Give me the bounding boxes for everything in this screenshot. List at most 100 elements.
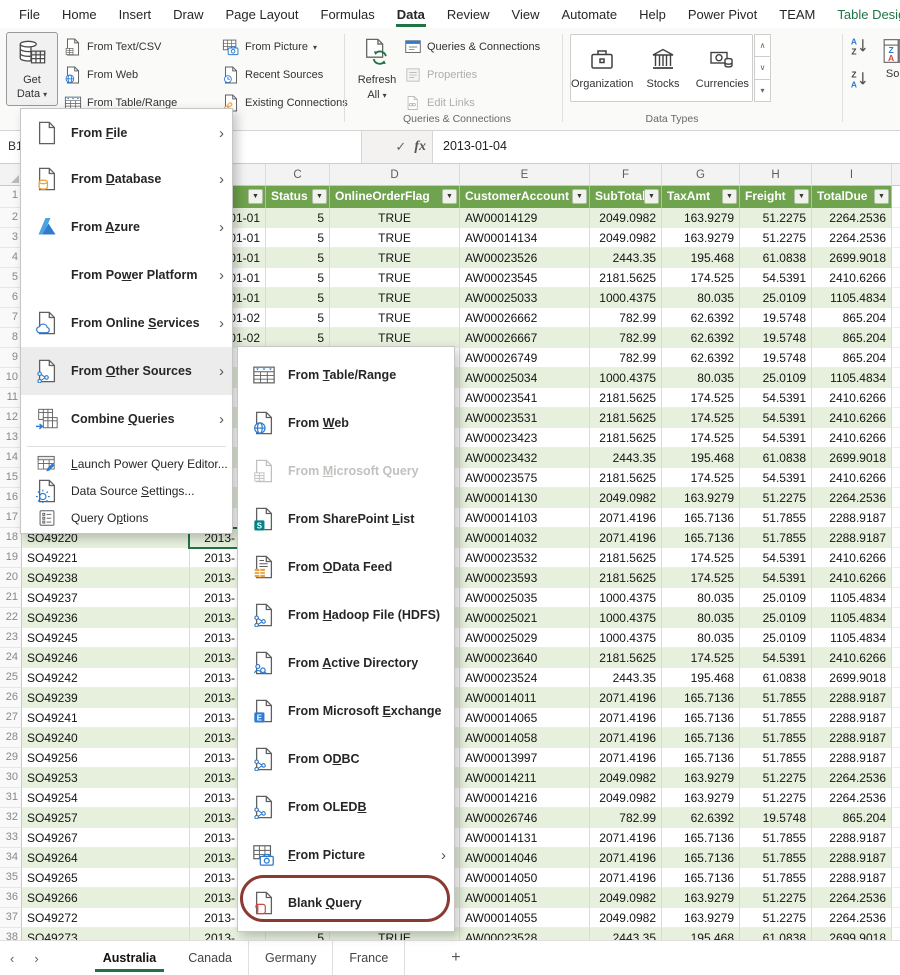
sort-button[interactable]: ZAAZ Sort (874, 32, 900, 84)
cell-H5[interactable]: 54.5391 (740, 268, 812, 288)
cell-G8[interactable]: 62.6392 (662, 328, 740, 348)
cell-F27[interactable]: 2071.4196 (590, 708, 662, 728)
sort-az-button[interactable]: AZ (848, 35, 870, 62)
cell-H4[interactable]: 61.0838 (740, 248, 812, 268)
cell-F7[interactable]: 782.99 (590, 308, 662, 328)
menu-item-from-odbc[interactable]: From ODBC (238, 735, 454, 783)
cell-H37[interactable]: 51.2275 (740, 908, 812, 928)
row-number[interactable]: 17 (0, 508, 22, 528)
cell-I7[interactable]: 865.204 (812, 308, 892, 328)
cell-F22[interactable]: 1000.4375 (590, 608, 662, 628)
sort-za-button[interactable]: ZA (848, 68, 870, 95)
cell-H14[interactable]: 61.0838 (740, 448, 812, 468)
cell-I15[interactable]: 2410.6266 (812, 468, 892, 488)
cell-G29[interactable]: 165.7136 (662, 748, 740, 768)
cell-I6[interactable]: 1105.4834 (812, 288, 892, 308)
cell-F19[interactable]: 2181.5625 (590, 548, 662, 568)
cell-I30[interactable]: 2264.2536 (812, 768, 892, 788)
cell-F15[interactable]: 2181.5625 (590, 468, 662, 488)
cell-F12[interactable]: 2181.5625 (590, 408, 662, 428)
cell-A37[interactable]: SO49272 (22, 908, 190, 928)
cell-G26[interactable]: 165.7136 (662, 688, 740, 708)
cell-I37[interactable]: 2264.2536 (812, 908, 892, 928)
menu-item-from-table-range[interactable]: From Table/Range (238, 351, 454, 399)
ribbon-tab-formulas[interactable]: Formulas (310, 0, 386, 28)
row-number[interactable]: 20 (0, 568, 22, 588)
cell-E20[interactable]: AW00023593 (460, 568, 590, 588)
cell-I11[interactable]: 2410.6266 (812, 388, 892, 408)
insert-function-icon[interactable]: fx (414, 139, 426, 155)
cell-E38[interactable]: AW00023528 (460, 928, 590, 940)
cell-D2[interactable]: TRUE (330, 208, 460, 228)
cell-I3[interactable]: 2264.2536 (812, 228, 892, 248)
row-number[interactable]: 28 (0, 728, 22, 748)
filter-dropdown-icon[interactable]: ▼ (644, 189, 659, 204)
menu-item-from-power-platform[interactable]: From Power Platform› (21, 251, 232, 299)
ribbon-tab-automate[interactable]: Automate (550, 0, 628, 28)
from-picture-button[interactable]: From Picture ▾ (222, 35, 348, 59)
row-number[interactable]: 4 (0, 248, 22, 268)
cell-C2[interactable]: 5 (266, 208, 330, 228)
cell-I35[interactable]: 2288.9187 (812, 868, 892, 888)
cell-A33[interactable]: SO49267 (22, 828, 190, 848)
cell-G12[interactable]: 174.525 (662, 408, 740, 428)
cell-G16[interactable]: 163.9279 (662, 488, 740, 508)
cell-D6[interactable]: TRUE (330, 288, 460, 308)
cell-F5[interactable]: 2181.5625 (590, 268, 662, 288)
row-number[interactable]: 35 (0, 868, 22, 888)
cell-A22[interactable]: SO49236 (22, 608, 190, 628)
ribbon-tab-insert[interactable]: Insert (108, 0, 163, 28)
cell-G6[interactable]: 80.035 (662, 288, 740, 308)
cell-C6[interactable]: 5 (266, 288, 330, 308)
cell-E4[interactable]: AW00023526 (460, 248, 590, 268)
menu-item-launch-power-query-editor[interactable]: Launch Power Query Editor... (21, 450, 232, 477)
cell-A36[interactable]: SO49266 (22, 888, 190, 908)
formula-input[interactable]: 2013-01-04 (432, 131, 900, 163)
cell-H13[interactable]: 54.5391 (740, 428, 812, 448)
cell-I19[interactable]: 2410.6266 (812, 548, 892, 568)
cell-E24[interactable]: AW00023640 (460, 648, 590, 668)
cell-H38[interactable]: 61.0838 (740, 928, 812, 940)
cell-I34[interactable]: 2288.9187 (812, 848, 892, 868)
cell-G13[interactable]: 174.525 (662, 428, 740, 448)
ribbon-tab-power-pivot[interactable]: Power Pivot (677, 0, 768, 28)
cell-C3[interactable]: 5 (266, 228, 330, 248)
cell-E22[interactable]: AW00025021 (460, 608, 590, 628)
ribbon-tab-home[interactable]: Home (51, 0, 108, 28)
cell-E14[interactable]: AW00023432 (460, 448, 590, 468)
menu-item-from-microsoft-exchange[interactable]: EFrom Microsoft Exchange (238, 687, 454, 735)
row-number[interactable]: 11 (0, 388, 22, 408)
cell-G35[interactable]: 165.7136 (662, 868, 740, 888)
menu-item-from-picture[interactable]: From Picture› (238, 831, 454, 879)
cell-G34[interactable]: 165.7136 (662, 848, 740, 868)
cell-G11[interactable]: 174.525 (662, 388, 740, 408)
cell-E30[interactable]: AW00014211 (460, 768, 590, 788)
cell-H32[interactable]: 19.5748 (740, 808, 812, 828)
menu-item-from-odata-feed[interactable]: From OData Feed (238, 543, 454, 591)
cell-F33[interactable]: 2071.4196 (590, 828, 662, 848)
cell-H28[interactable]: 51.7855 (740, 728, 812, 748)
cell-E37[interactable]: AW00014055 (460, 908, 590, 928)
cell-H19[interactable]: 54.5391 (740, 548, 812, 568)
cell-A34[interactable]: SO49264 (22, 848, 190, 868)
row-number[interactable]: 8 (0, 328, 22, 348)
cell-G21[interactable]: 80.035 (662, 588, 740, 608)
cell-F38[interactable]: 2443.35 (590, 928, 662, 940)
cell-C5[interactable]: 5 (266, 268, 330, 288)
cell-H9[interactable]: 19.5748 (740, 348, 812, 368)
cell-G7[interactable]: 62.6392 (662, 308, 740, 328)
cell-H34[interactable]: 51.7855 (740, 848, 812, 868)
menu-item-from-file[interactable]: From File› (21, 111, 232, 155)
menu-item-from-hadoop-file-hdfs[interactable]: From Hadoop File (HDFS) (238, 591, 454, 639)
cell-A26[interactable]: SO49239 (22, 688, 190, 708)
ribbon-tab-review[interactable]: Review (436, 0, 501, 28)
column-header-C[interactable]: C (266, 164, 330, 186)
cell-D3[interactable]: TRUE (330, 228, 460, 248)
cell-E7[interactable]: AW00026662 (460, 308, 590, 328)
cell-E16[interactable]: AW00014130 (460, 488, 590, 508)
column-header-G[interactable]: G (662, 164, 740, 186)
cell-A19[interactable]: SO49221 (22, 548, 190, 568)
existing-connections-button[interactable]: Existing Connections (222, 91, 348, 115)
menu-item-query-options[interactable]: Query Options (21, 504, 232, 531)
from-web-button[interactable]: From Web (64, 63, 177, 87)
